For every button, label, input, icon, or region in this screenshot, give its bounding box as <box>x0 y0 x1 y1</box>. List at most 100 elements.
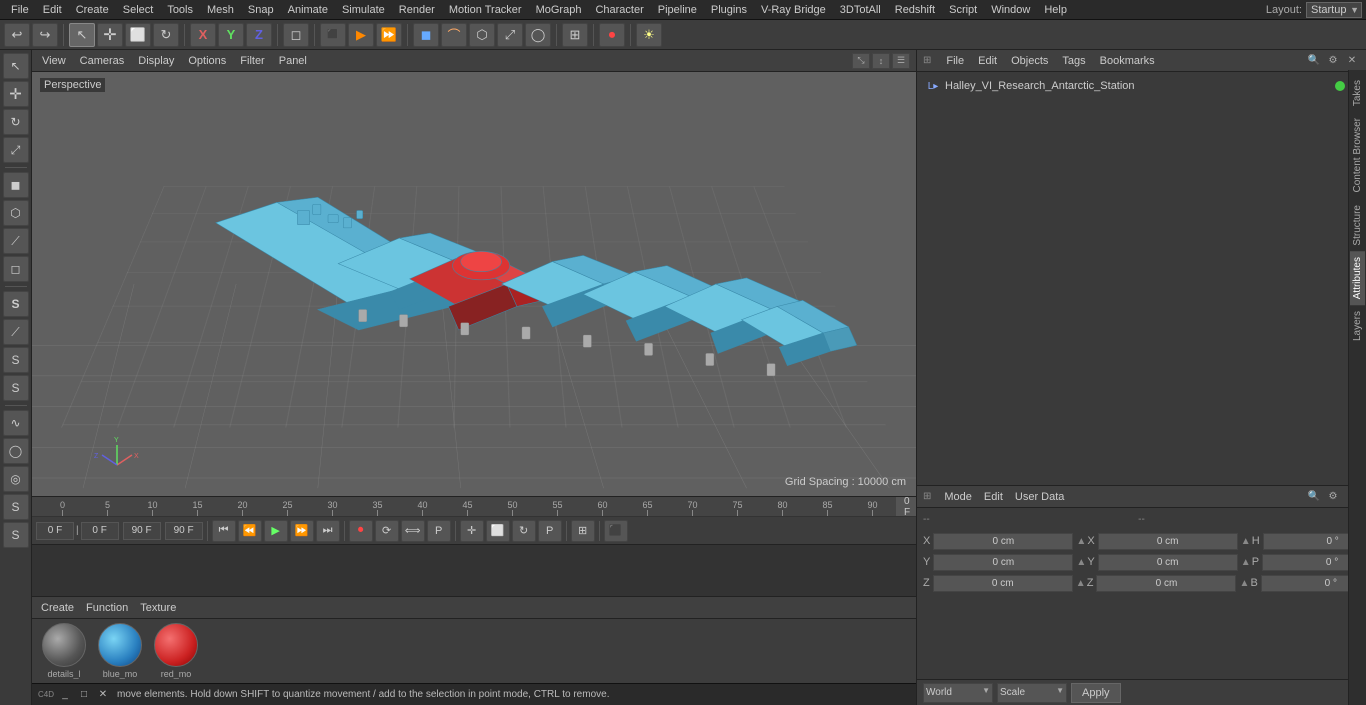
end-frame-input[interactable] <box>123 522 161 540</box>
z-axis-button[interactable]: Z <box>246 23 272 47</box>
coord-z-rot[interactable] <box>1096 575 1236 592</box>
undo-button[interactable]: ↩ <box>4 23 30 47</box>
coord-y-rot[interactable] <box>1098 554 1238 571</box>
ob-menu-edit[interactable]: Edit <box>975 54 1000 68</box>
ob-row-station[interactable]: L▸ Halley_VI_Research_Antarctic_Station <box>921 76 1362 96</box>
menu-select[interactable]: Select <box>116 3 161 17</box>
vp-menu-display[interactable]: Display <box>134 54 178 68</box>
cube-button[interactable]: ◼ <box>413 23 439 47</box>
light-button[interactable]: ☀ <box>636 23 662 47</box>
lp-camera[interactable]: ◎ <box>3 466 29 492</box>
grid-button[interactable]: ⊞ <box>562 23 588 47</box>
lp-spline[interactable]: ∿ <box>3 410 29 436</box>
coord-y-pos[interactable] <box>933 554 1073 571</box>
vp-menu-options[interactable]: Options <box>184 54 230 68</box>
vp-menu-filter[interactable]: Filter <box>236 54 268 68</box>
obj-coord-button[interactable]: ◻ <box>283 23 309 47</box>
coord-y-arrow[interactable]: ▲ <box>1076 557 1084 568</box>
ob-close-btn[interactable]: ✕ <box>1344 53 1360 69</box>
lp-paint2[interactable]: ◯ <box>3 438 29 464</box>
play-button[interactable]: ▶ <box>264 520 288 542</box>
status-icon-close[interactable]: ✕ <box>95 687 111 703</box>
menu-edit[interactable]: Edit <box>36 3 69 17</box>
vp-ctrl-arrows[interactable]: ↕ <box>872 53 890 69</box>
status-icon-cinema[interactable]: C4D <box>38 687 54 703</box>
render-view-button[interactable]: ▶ <box>348 23 374 47</box>
menu-pipeline[interactable]: Pipeline <box>651 3 704 17</box>
scale-tool-button[interactable]: ⬜ <box>125 23 151 47</box>
select-tool-button[interactable]: ↖ <box>69 23 95 47</box>
menu-3dtoall[interactable]: 3DTotAll <box>833 3 888 17</box>
prev-frame-input[interactable] <box>81 522 119 540</box>
vp-menu-cameras[interactable]: Cameras <box>76 54 129 68</box>
coord-z-arrow[interactable]: ▲ <box>1076 578 1084 589</box>
ob-menu-tags[interactable]: Tags <box>1059 54 1088 68</box>
world-dropdown[interactable]: World Object Local <box>923 683 993 703</box>
coord-z-pos[interactable] <box>933 575 1073 592</box>
vp-menu-panel[interactable]: Panel <box>275 54 311 68</box>
vtab-content-browser[interactable]: Content Browser <box>1350 112 1365 198</box>
lp-extra2[interactable]: S <box>3 522 29 548</box>
coord-y-rot-arrow[interactable]: ▲ <box>1241 557 1249 568</box>
ob-menu-objects[interactable]: Objects <box>1008 54 1051 68</box>
move-key-button[interactable]: ✛ <box>460 520 484 542</box>
mat-item-blue[interactable]: blue_mo <box>94 623 146 679</box>
viewport-canvas[interactable]: Perspective <box>32 72 916 496</box>
mat-menu-create[interactable]: Create <box>38 601 77 615</box>
start-frame-input[interactable] <box>36 522 74 540</box>
lp-select-mode[interactable]: ↖ <box>3 53 29 79</box>
menu-window[interactable]: Window <box>984 3 1037 17</box>
menu-file[interactable]: File <box>4 3 36 17</box>
record-button[interactable]: ⏺ <box>599 23 625 47</box>
x-axis-button[interactable]: X <box>190 23 216 47</box>
menu-mograph[interactable]: MoGraph <box>529 3 589 17</box>
menu-motion-tracker[interactable]: Motion Tracker <box>442 3 529 17</box>
timeline-track[interactable] <box>32 545 916 596</box>
menu-script[interactable]: Script <box>942 3 984 17</box>
lp-mesh-pts[interactable]: ⬡ <box>3 200 29 226</box>
move-tool-button[interactable]: ✛ <box>97 23 123 47</box>
vtab-attributes[interactable]: Attributes <box>1350 251 1365 305</box>
spline-button[interactable]: ⌒ <box>441 23 467 47</box>
vp-ctrl-expand[interactable]: ⤡ <box>852 53 870 69</box>
lp-sculpt[interactable]: S <box>3 375 29 401</box>
vp-menu-view[interactable]: View <box>38 54 70 68</box>
render-region-button[interactable]: ⬛ <box>320 23 346 47</box>
lp-knife[interactable]: ⟋ <box>3 319 29 345</box>
lp-mesh-edges[interactable]: ⟋ <box>3 228 29 254</box>
coord-x-rot[interactable] <box>1098 533 1238 550</box>
coord-z-rot-arrow[interactable]: ▲ <box>1239 578 1247 589</box>
attr-menu-mode[interactable]: Mode <box>941 490 975 504</box>
menu-snap[interactable]: Snap <box>241 3 281 17</box>
all-key-button[interactable]: P <box>538 520 562 542</box>
record-button[interactable]: ⏺ <box>349 520 373 542</box>
menu-help[interactable]: Help <box>1037 3 1074 17</box>
step-back-button[interactable]: ⏪ <box>238 520 262 542</box>
ob-search-btn[interactable]: 🔍 <box>1306 53 1322 69</box>
loop-button[interactable]: ⟳ <box>375 520 399 542</box>
mat-item-gray[interactable]: details_l <box>38 623 90 679</box>
lp-move[interactable]: ✛ <box>3 81 29 107</box>
go-start-button[interactable]: ⏮ <box>212 520 236 542</box>
max-frame-input[interactable] <box>165 522 203 540</box>
coord-x-rot-arrow[interactable]: ▲ <box>1241 536 1249 547</box>
play-mode[interactable]: P <box>427 520 451 542</box>
auto-key-button[interactable]: ⬛ <box>604 520 628 542</box>
deform-button[interactable]: ⤢ <box>497 23 523 47</box>
mat-menu-function[interactable]: Function <box>83 601 131 615</box>
step-fwd-button[interactable]: ⏩ <box>290 520 314 542</box>
rotate-tool-button[interactable]: ↻ <box>153 23 179 47</box>
lp-scale[interactable]: ⤢ <box>3 137 29 163</box>
lp-extra1[interactable]: S <box>3 494 29 520</box>
lp-model[interactable]: ◼ <box>3 172 29 198</box>
coord-x-pos[interactable] <box>933 533 1073 550</box>
menu-create[interactable]: Create <box>69 3 116 17</box>
layout-dropdown[interactable]: Startup <box>1306 2 1362 18</box>
ob-settings-btn[interactable]: ⚙ <box>1325 53 1341 69</box>
attr-menu-edit[interactable]: Edit <box>981 490 1006 504</box>
vp-ctrl-menu[interactable]: ☰ <box>892 53 910 69</box>
lp-extrude[interactable]: S <box>3 291 29 317</box>
subdiv-button[interactable]: ⬡ <box>469 23 495 47</box>
ob-menu-file[interactable]: File <box>943 54 967 68</box>
menu-vray[interactable]: V-Ray Bridge <box>754 3 833 17</box>
